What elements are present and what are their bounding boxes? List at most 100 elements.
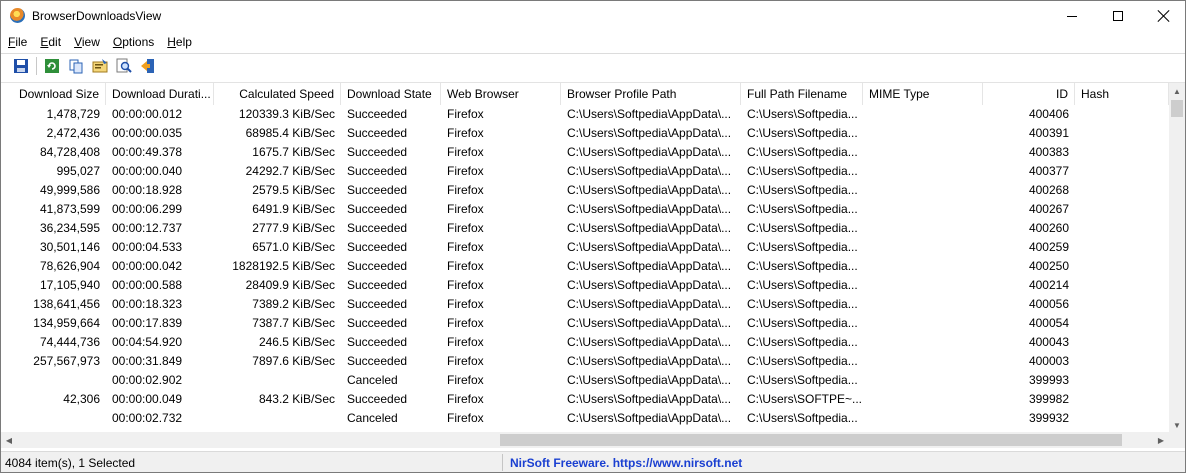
column-header[interactable]: Web Browser: [441, 83, 561, 105]
table-cell: Succeeded: [347, 240, 408, 254]
table-cell: 00:00:00.042: [112, 259, 183, 273]
table-cell: 74,444,736: [39, 335, 100, 349]
table-cell: Succeeded: [347, 126, 408, 140]
vertical-scroll-thumb[interactable]: [1171, 100, 1183, 117]
table-cell: 6571.0 KiB/Sec: [252, 240, 335, 254]
exit-button[interactable]: [137, 55, 159, 77]
column-header[interactable]: Calculated Speed: [214, 83, 341, 105]
table-cell: 00:00:06.299: [112, 202, 183, 216]
close-icon: [1158, 10, 1170, 22]
menu-edit[interactable]: Edit: [33, 32, 67, 52]
table-cell: C:\Users\Softpedia...: [747, 145, 858, 159]
table-cell: C:\Users\Softpedia\AppData\...: [567, 183, 732, 197]
table-row[interactable]: 1,478,729 00:00:00.012 120339.3 KiB/Sec Suc…: [1, 105, 1169, 124]
table-cell: C:\Users\SOFTPE~...: [747, 392, 863, 406]
table-cell: [863, 352, 983, 371]
table-cell: 134,959,664: [33, 316, 100, 330]
menu-help[interactable]: Help: [160, 32, 198, 52]
column-header[interactable]: Download Durati...: [106, 83, 214, 105]
table-cell: 00:00:00.035: [112, 126, 183, 140]
maximize-button[interactable]: [1095, 1, 1141, 31]
column-header[interactable]: ID: [983, 83, 1075, 105]
table-cell: Firefox: [447, 335, 484, 349]
downloads-list[interactable]: Download Size Download Durati... Calculate…: [1, 82, 1185, 433]
table-cell: Firefox: [447, 316, 484, 330]
table-cell: [863, 105, 983, 124]
table-cell: 400391: [1028, 126, 1069, 140]
table-cell: C:\Users\Softpedia...: [747, 240, 858, 254]
table-row[interactable]: 17,105,940 00:00:00.588 28409.9 KiB/Sec Suc…: [1, 276, 1169, 295]
table-row[interactable]: 2,472,436 00:00:00.035 68985.4 KiB/Sec Succ…: [1, 124, 1169, 143]
table-cell: 400268: [1028, 183, 1069, 197]
table-cell: C:\Users\Softpedia\AppData\...: [567, 107, 732, 121]
close-button[interactable]: [1141, 1, 1186, 31]
scroll-right-icon[interactable]: ▶: [1153, 432, 1169, 448]
maximize-icon: [1113, 11, 1123, 21]
table-row[interactable]: 257,567,973 00:00:31.849 7897.6 KiB/Sec Suc…: [1, 352, 1169, 371]
table-cell: [214, 371, 341, 390]
table-cell: [863, 276, 983, 295]
table-row[interactable]: 84,728,408 00:00:49.378 1675.7 KiB/Sec Succ…: [1, 143, 1169, 162]
table-cell: 30,501,146: [39, 240, 100, 254]
horizontal-scrollbar[interactable]: ◀ ▶: [1, 432, 1169, 448]
exit-icon: [141, 59, 154, 73]
table-row[interactable]: 41,873,599 00:00:06.299 6491.9 KiB/Sec Succ…: [1, 200, 1169, 219]
table-cell: 2,472,436: [46, 126, 100, 140]
table-cell: Firefox: [447, 354, 484, 368]
menu-options[interactable]: Options: [106, 32, 160, 52]
table-cell: C:\Users\Softpedia\AppData\...: [567, 240, 732, 254]
table-cell: C:\Users\Softpedia...: [747, 373, 858, 387]
table-cell: 78,626,904: [39, 259, 100, 273]
table-cell: 49,999,586: [39, 183, 100, 197]
horizontal-scroll-thumb[interactable]: [500, 434, 1122, 446]
find-button[interactable]: [113, 55, 135, 77]
scroll-up-icon[interactable]: ▲: [1169, 83, 1185, 99]
table-cell: C:\Users\Softpedia...: [747, 411, 858, 425]
table-row[interactable]: 49,999,586 00:00:18.928 2579.5 KiB/Sec Succ…: [1, 181, 1169, 200]
window-title: BrowserDownloadsView: [32, 9, 162, 23]
table-row[interactable]: 36,234,595 00:00:12.737 2777.9 KiB/Sec Succ…: [1, 219, 1169, 238]
title-bar[interactable]: BrowserDownloadsView: [1, 1, 1185, 31]
column-header[interactable]: Full Path Filename: [741, 83, 863, 105]
table-cell: C:\Users\Softpedia\AppData\...: [567, 316, 732, 330]
table-cell: [1075, 219, 1169, 238]
scroll-left-icon[interactable]: ◀: [1, 432, 17, 448]
scroll-down-icon[interactable]: ▼: [1169, 417, 1185, 433]
table-row[interactable]: 995,027 00:00:00.040 24292.7 KiB/Sec Succee…: [1, 162, 1169, 181]
column-header[interactable]: Browser Profile Path: [561, 83, 741, 105]
properties-button[interactable]: [89, 55, 111, 77]
column-header[interactable]: MIME Type: [863, 83, 983, 105]
table-row[interactable]: 138,641,456 00:00:18.323 7389.2 KiB/Sec Suc…: [1, 295, 1169, 314]
table-row[interactable]: 134,959,664 00:00:17.839 7387.7 KiB/Sec Suc…: [1, 314, 1169, 333]
table-row[interactable]: 74,444,736 00:04:54.920 246.5 KiB/Sec Succe…: [1, 333, 1169, 352]
save-button[interactable]: [10, 55, 32, 77]
column-header[interactable]: Hash: [1075, 83, 1169, 105]
table-cell: 120339.3 KiB/Sec: [238, 107, 335, 121]
toolbar-separator: [36, 57, 37, 75]
column-header[interactable]: Download State: [341, 83, 441, 105]
table-cell: [1075, 181, 1169, 200]
vertical-scrollbar[interactable]: ▲ ▼: [1169, 83, 1185, 433]
minimize-button[interactable]: [1049, 1, 1095, 31]
menu-file[interactable]: File: [1, 32, 33, 52]
table-row[interactable]: 78,626,904 00:00:00.042 1828192.5 KiB/Sec S…: [1, 257, 1169, 276]
menu-view[interactable]: View: [67, 32, 106, 52]
table-row[interactable]: 00:00:02.902 Canceled Firefox C:\Users\Soft…: [1, 371, 1169, 390]
table-cell: [863, 219, 983, 238]
column-header[interactable]: Download Size: [1, 83, 106, 105]
table-cell: C:\Users\Softpedia...: [747, 221, 858, 235]
table-row[interactable]: 00:00:02.732 Canceled Firefox C:\Users\Soft…: [1, 409, 1169, 428]
table-row[interactable]: 30,501,146 00:00:04.533 6571.0 KiB/Sec Succ…: [1, 238, 1169, 257]
table-row[interactable]: 42,306 00:00:00.049 843.2 KiB/Sec Succeeded…: [1, 390, 1169, 409]
table-cell: 00:00:04.533: [112, 240, 183, 254]
table-cell: C:\Users\Softpedia...: [747, 164, 858, 178]
nirsoft-link[interactable]: NirSoft Freeware. https://www.nirsoft.ne…: [510, 456, 742, 470]
table-cell: 257,567,973: [33, 354, 100, 368]
table-cell: 1,478,729: [46, 107, 100, 121]
table-cell: [1075, 257, 1169, 276]
table-cell: [1075, 352, 1169, 371]
refresh-button[interactable]: [41, 55, 63, 77]
refresh-icon: [45, 59, 59, 73]
table-cell: [863, 314, 983, 333]
copy-button[interactable]: [65, 55, 87, 77]
